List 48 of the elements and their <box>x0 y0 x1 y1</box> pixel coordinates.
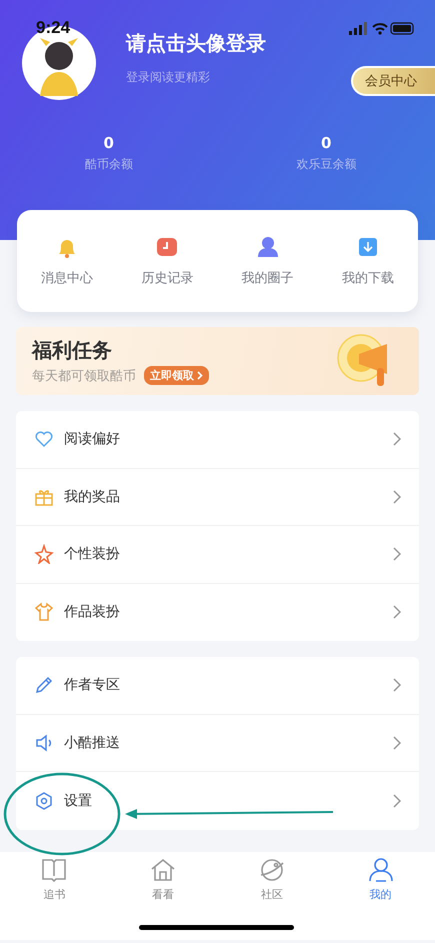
balance-value: 0 <box>321 134 332 152</box>
banner-subtitle: 每天都可领取酷币 <box>32 368 136 384</box>
menu-item[interactable]: 作者专区 <box>64 676 393 694</box>
shortcut-label[interactable]: 我的下载 <box>342 269 394 287</box>
login-subtitle: 登录阅读更精彩 <box>126 69 211 86</box>
book-icon <box>40 857 68 883</box>
tab[interactable]: 看看 <box>108 857 218 902</box>
balance-label: 欢乐豆余额 <box>296 156 356 173</box>
tab[interactable]: 追书 <box>0 857 109 902</box>
person-icon <box>366 857 395 883</box>
chevron-icon <box>393 794 401 808</box>
settings-icon <box>34 790 54 811</box>
tab[interactable]: 社区 <box>218 857 326 902</box>
login-prompt[interactable]: 请点击头像登录 <box>126 30 351 57</box>
shortcut-label[interactable]: 历史记录 <box>141 269 194 287</box>
chevron-icon <box>393 736 401 750</box>
heart-icon <box>34 429 54 450</box>
banner-title: 福利任务 <box>32 337 113 364</box>
chevron-icon <box>393 678 401 692</box>
star-icon <box>34 544 54 564</box>
chevron-icon <box>197 371 203 380</box>
chevron-icon <box>393 432 401 446</box>
chevron-icon <box>393 490 401 504</box>
menu-item[interactable]: 设置 <box>64 792 393 810</box>
chevron-icon <box>393 547 401 562</box>
menu-item[interactable]: 小酷推送 <box>64 734 393 752</box>
tab[interactable]: 我的 <box>326 857 435 902</box>
menu-item[interactable]: 作品装扮 <box>64 603 393 622</box>
menu-item[interactable]: 个性装扮 <box>64 545 393 564</box>
balance-label: 酷币余额 <box>84 156 133 173</box>
chevron-icon <box>393 605 401 620</box>
signal-icon <box>349 22 367 35</box>
clock-icon[interactable] <box>155 235 180 259</box>
pen-icon <box>34 675 54 696</box>
battery-icon <box>390 22 414 35</box>
shortcut-label[interactable]: 消息中心 <box>41 269 94 287</box>
balance-value: 0 <box>104 134 114 152</box>
vip-center-button[interactable]: 会员中心 <box>351 66 435 96</box>
person-icon[interactable] <box>256 235 280 259</box>
menu-item[interactable]: 我的奖品 <box>64 488 393 506</box>
claim-button[interactable]: 立即领取 <box>144 366 209 385</box>
home-icon <box>149 857 178 883</box>
menu-item[interactable]: 阅读偏好 <box>64 430 393 448</box>
speaker-icon <box>34 732 54 753</box>
wifi-icon <box>372 23 388 35</box>
shirt-icon <box>34 602 54 622</box>
shortcut-label[interactable]: 我的圈子 <box>242 269 294 287</box>
welfare-banner[interactable]: 福利任务 每天都可领取酷币 立即领取 <box>16 327 419 395</box>
